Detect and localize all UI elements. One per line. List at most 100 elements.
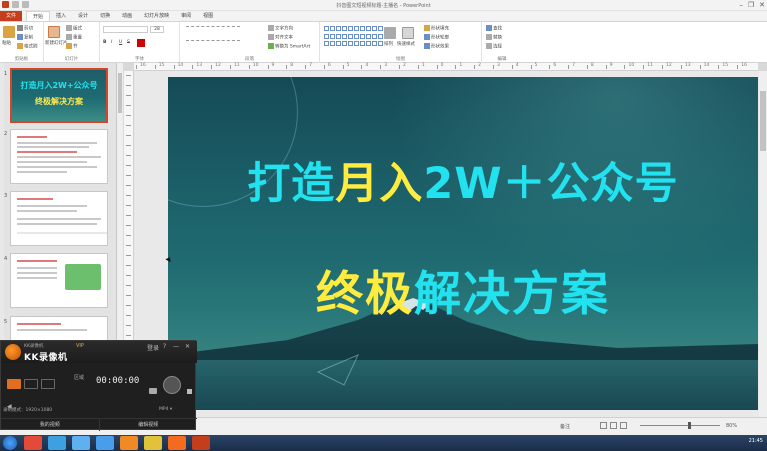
app-icon[interactable] — [48, 436, 66, 450]
tab-design[interactable]: 设计 — [72, 11, 94, 21]
tab-view[interactable]: 视图 — [197, 11, 219, 21]
slide-thumbnail-1[interactable]: 打造月入2W+公众号 终极解决方案 — [10, 68, 108, 123]
kk-recorder-window[interactable]: KK录像机 KK录像机 VIP 登录 ? — ✕ 区域 00:00:00 ◀ 录… — [0, 340, 198, 431]
app-icon[interactable] — [96, 436, 114, 450]
shape-effects-button[interactable]: 形状效果 — [424, 43, 449, 50]
tab-insert[interactable]: 插入 — [50, 11, 72, 21]
drawing-group: 排列 快速样式 形状填充 形状轮廓 形状效果 绘图 — [320, 22, 482, 63]
horizontal-ruler: 16 15 14 13 12 11 10 9 8 7 6 5 4 3 2 1 0 1 2 3 4 5 6 7 8 9 10 11 12 1… — [134, 63, 758, 71]
slide-thumbnail-2[interactable] — [10, 129, 108, 184]
notes-button[interactable]: 备注 — [560, 423, 570, 430]
format-select[interactable]: MP4 ▾ — [159, 407, 172, 412]
vip-badge[interactable]: VIP — [76, 343, 84, 349]
slide-title-line1[interactable]: 打造月入2W＋公众号 — [168, 149, 758, 211]
quick-styles-button[interactable]: 快速样式 — [397, 41, 415, 47]
drawing-label: 绘图 — [396, 57, 405, 62]
app-icon[interactable] — [72, 436, 90, 450]
reset-button[interactable]: 重置 — [66, 34, 82, 41]
edit-video-button[interactable]: 编辑视频 — [98, 419, 198, 431]
camera-icon[interactable] — [149, 388, 157, 394]
bold-button[interactable]: B — [103, 40, 106, 45]
replace-button[interactable]: 替换 — [486, 34, 502, 41]
tab-review[interactable]: 审阅 — [175, 11, 197, 21]
cut-button[interactable]: 剪切 — [17, 25, 33, 32]
find-button[interactable]: 查找 — [486, 25, 502, 32]
recording-settings[interactable]: 录制模式：1920×1080 — [3, 407, 52, 413]
reset-icon — [66, 34, 72, 40]
thumb-number: 3 — [4, 193, 8, 199]
shapes-gallery[interactable] — [324, 26, 383, 48]
app-icon[interactable] — [144, 436, 162, 450]
font-color-icon[interactable] — [137, 39, 145, 47]
slide-title-line2[interactable]: 终极解决方案 — [168, 255, 758, 324]
ruler-tick — [267, 65, 269, 69]
slide-thumbnail-4[interactable] — [10, 253, 108, 308]
paste-icon[interactable] — [3, 26, 15, 38]
font-size-select[interactable]: 28 — [150, 26, 164, 33]
zoom-slider-handle[interactable] — [688, 422, 691, 429]
format-painter-button[interactable]: 格式刷 — [17, 43, 38, 50]
paste-button[interactable]: 粘贴 — [2, 40, 11, 46]
ruler-tick — [549, 65, 551, 69]
kk-close-button[interactable]: ✕ — [185, 343, 190, 350]
clipboard-label: 剪贴板 — [14, 57, 29, 62]
font-name-select[interactable] — [103, 26, 148, 33]
arrange-icon[interactable] — [384, 27, 396, 39]
copy-button[interactable]: 复制 — [17, 34, 33, 41]
help-button[interactable]: ? — [163, 343, 166, 350]
login-button[interactable]: 登录 — [147, 343, 159, 352]
normal-view-icon[interactable] — [600, 422, 607, 429]
kk-minimize-button[interactable]: — — [173, 343, 179, 350]
new-slide-icon[interactable] — [48, 26, 60, 38]
strikethrough-button[interactable]: S — [127, 40, 130, 45]
zoom-level[interactable]: 80% — [726, 423, 737, 429]
record-pause-button[interactable] — [163, 376, 181, 394]
tab-home[interactable]: 开始 — [26, 11, 51, 21]
screen-mode-icon[interactable] — [7, 379, 21, 389]
my-videos-button[interactable]: 我的视频 — [1, 419, 99, 431]
alignment-row[interactable] — [186, 40, 240, 41]
bullets-row[interactable] — [186, 26, 240, 27]
arrange-button[interactable]: 排列 — [384, 41, 393, 47]
ruler-tick — [126, 295, 131, 296]
shape-outline-button[interactable]: 形状轮廓 — [424, 34, 449, 41]
new-slide-button[interactable]: 新建幻灯片 — [45, 40, 68, 46]
slide-thumbnail-3[interactable] — [10, 191, 108, 246]
minimize-button[interactable]: – — [739, 1, 743, 9]
tab-file[interactable]: 文件 — [0, 11, 23, 21]
app-icon[interactable] — [24, 436, 42, 450]
main-slide[interactable]: 打造月入2W＋公众号 终极解决方案 — [168, 77, 758, 410]
tab-transitions[interactable]: 切换 — [94, 11, 116, 21]
reading-view-icon[interactable] — [620, 422, 627, 429]
layout-button[interactable]: 版式 — [66, 25, 82, 32]
stop-button[interactable] — [187, 389, 192, 394]
slide-sorter-icon[interactable] — [610, 422, 617, 429]
quick-styles-icon[interactable] — [402, 27, 414, 39]
text-direction-button[interactable]: 文字方向 — [268, 25, 293, 32]
section-button[interactable]: 节 — [66, 43, 78, 50]
shape-fill-button[interactable]: 形状填充 — [424, 25, 449, 32]
underline-button[interactable]: U — [119, 40, 122, 45]
select-button[interactable]: 选择 — [486, 43, 502, 50]
powerpoint-icon[interactable] — [192, 436, 210, 450]
firefox-icon[interactable] — [120, 436, 138, 450]
area-label[interactable]: 区域 — [74, 374, 84, 381]
game-mode-icon[interactable] — [41, 379, 55, 389]
close-button[interactable]: ✕ — [759, 1, 765, 9]
smartart-button[interactable]: 转换为 SmartArt — [268, 43, 310, 50]
ruler-tick — [126, 195, 131, 196]
slide-thumbnail-5[interactable] — [10, 316, 108, 341]
clock: 21:45 — [748, 438, 763, 444]
slides-label: 幻灯片 — [64, 57, 79, 62]
monitor-mode-icon[interactable] — [24, 379, 38, 389]
start-button[interactable] — [3, 436, 17, 450]
tab-animations[interactable]: 动画 — [116, 11, 138, 21]
restore-button[interactable]: ❐ — [748, 1, 754, 9]
italic-button[interactable]: I — [111, 40, 112, 45]
zoom-slider[interactable] — [640, 425, 720, 426]
ruler-number: 15 — [158, 63, 165, 68]
kk-recorder-icon[interactable] — [168, 436, 186, 450]
editor-scrollbar[interactable] — [759, 71, 767, 417]
align-text-button[interactable]: 对齐文本 — [268, 34, 293, 41]
tab-slideshow[interactable]: 幻灯片放映 — [138, 11, 175, 21]
